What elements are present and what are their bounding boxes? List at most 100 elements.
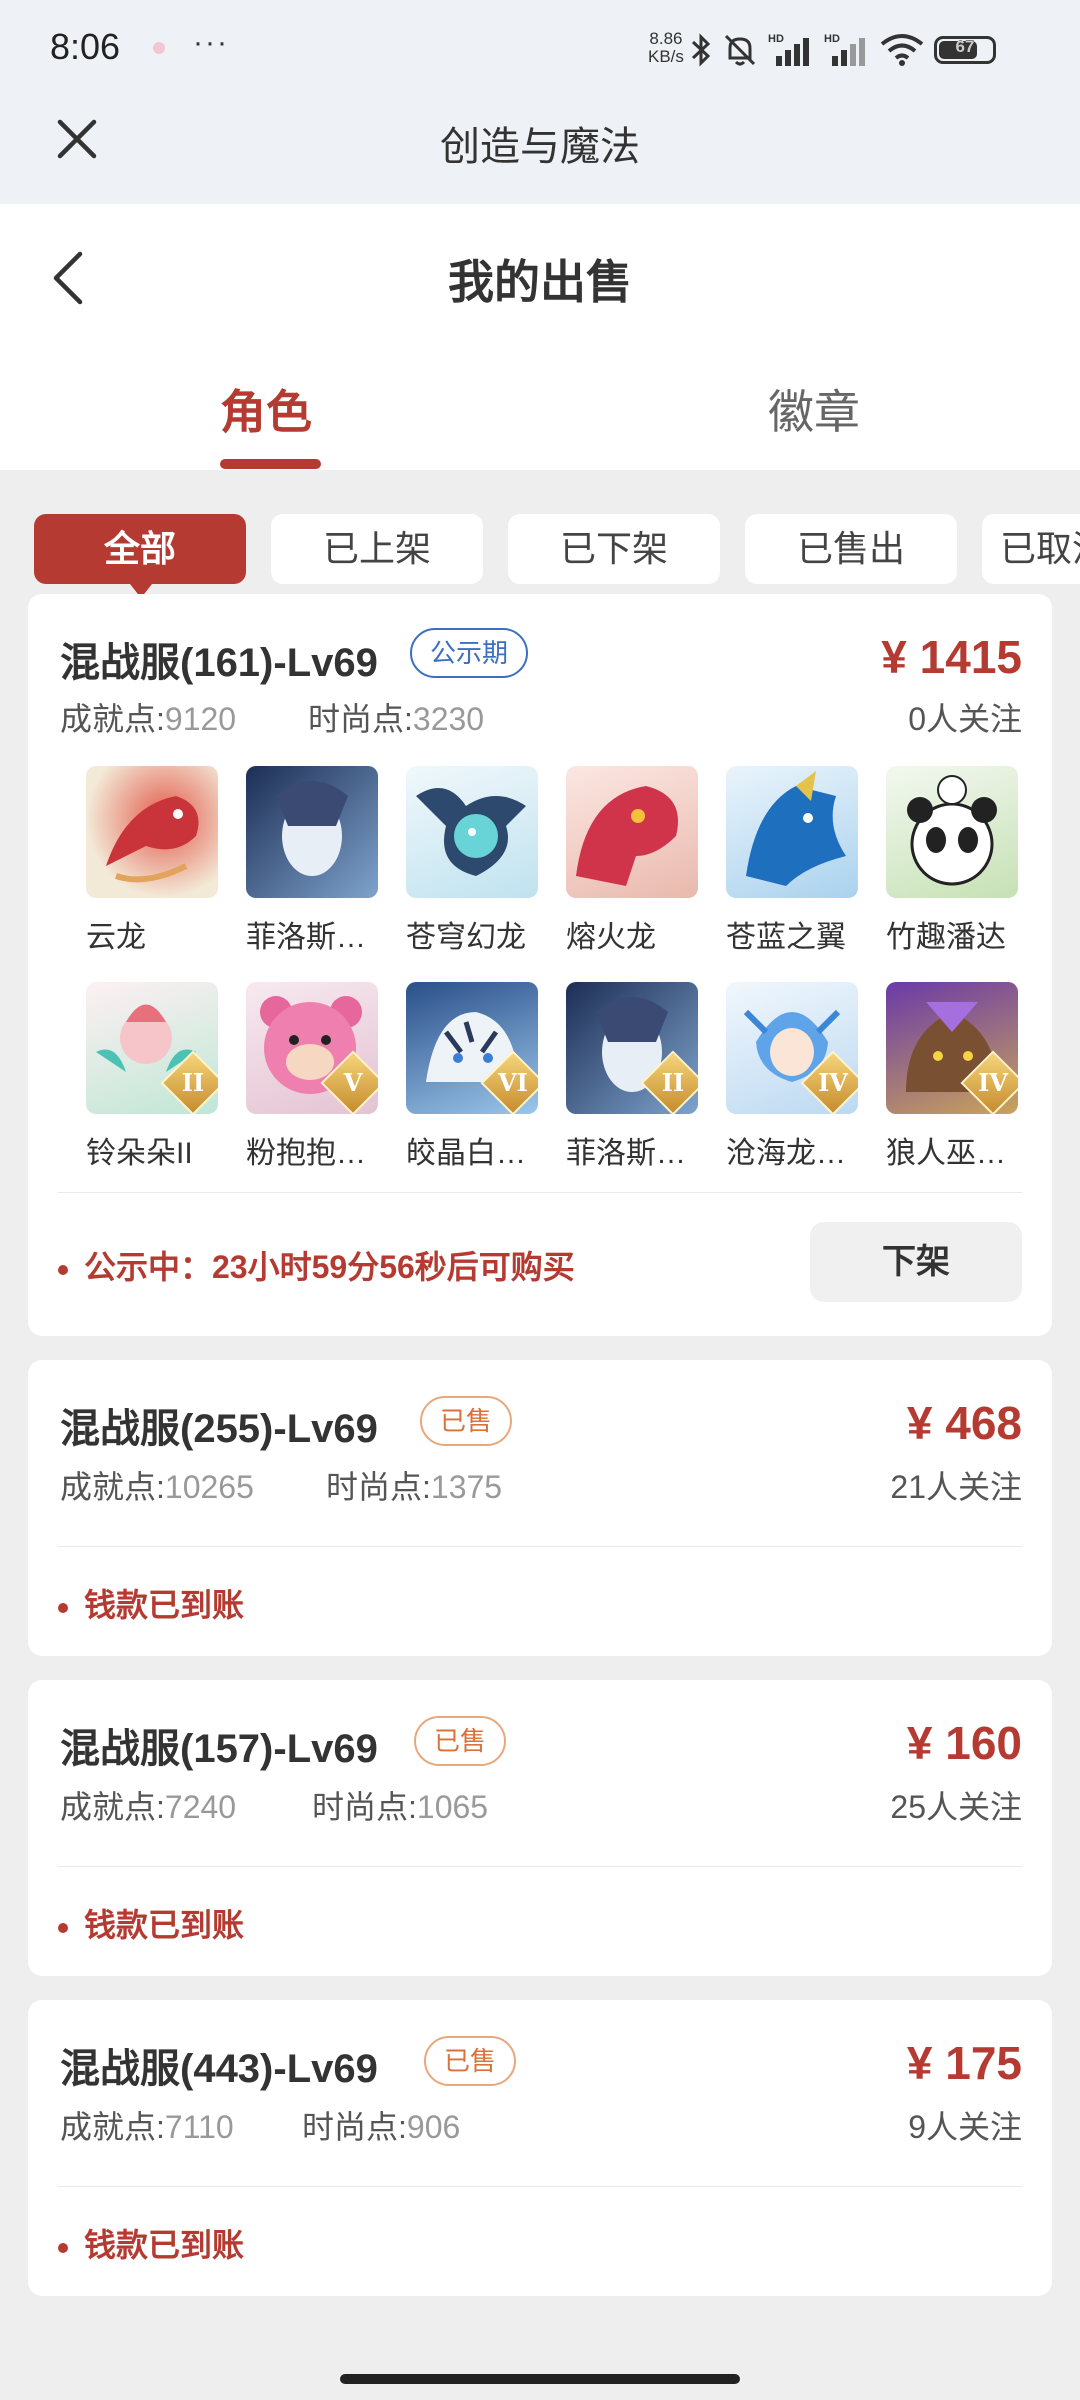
tab-roles[interactable]: 角色 (220, 376, 312, 442)
dragon-pet-icon (746, 771, 846, 886)
achievement-points: 成就点:9120 (60, 701, 237, 737)
status-badge: 已售 (414, 1716, 507, 1766)
listing-card[interactable]: 混战服(161)-Lv69 公示期 ¥ 1415 成就点:9120 时尚点:32… (28, 594, 1052, 1336)
listing-price: ¥ 175 (906, 2037, 1022, 2089)
follower-count: 25人关注 (890, 1789, 1022, 1825)
pet-name: 苍蓝之翼 (726, 921, 846, 954)
tier-badge: V (343, 1068, 363, 1097)
notification-dot-icon (153, 42, 165, 54)
battery-icon: 67 (934, 36, 996, 64)
filter-delisted[interactable]: 已下架 (508, 514, 720, 584)
signal-icon: HD (768, 33, 809, 66)
panda-pet-icon (907, 775, 997, 886)
status-badge: 公示期 (410, 628, 529, 678)
delist-button[interactable]: 下架 (810, 1222, 1022, 1302)
listing-card[interactable]: 混战服(255)-Lv69 已售 ¥ 468 成就点:10265 时尚点:137… (28, 1360, 1052, 1656)
filter-listed[interactable]: 已上架 (271, 514, 483, 584)
pet-avatar[interactable]: II (86, 982, 218, 1114)
pet-name: 苍穹幻龙 (406, 921, 526, 954)
pet-avatar[interactable] (726, 766, 858, 898)
signal-icon: HD (824, 33, 865, 66)
pet-name: 皎晶白… (406, 1137, 526, 1170)
status-badge: 已售 (420, 1396, 513, 1446)
more-notifications-icon: ··· (193, 26, 229, 59)
pet-name: 粉抱抱… (246, 1137, 366, 1170)
follower-count: 0人关注 (908, 701, 1022, 737)
pet-avatar[interactable]: II (566, 982, 698, 1114)
listing-title: 混战服(255)-Lv69 (60, 1407, 378, 1451)
listing-price: ¥ 1415 (881, 631, 1022, 683)
listing-price: ¥ 468 (906, 1397, 1022, 1449)
listing-price: ¥ 160 (906, 1717, 1022, 1769)
pet-name: 菲洛斯… (566, 1137, 686, 1170)
filter-sold[interactable]: 已售出 (745, 514, 957, 584)
follower-count: 9人关注 (908, 2109, 1022, 2145)
tier-badge: IV (978, 1068, 1008, 1097)
status-time: 8:06 (50, 26, 121, 67)
tab-badges[interactable]: 徽章 (768, 376, 860, 442)
svg-text:HD: HD (768, 33, 784, 45)
status-icons: HD HD 67 (690, 26, 996, 74)
filter-cancelled[interactable]: 已取消 (982, 514, 1080, 584)
app-title: 创造与魔法 (440, 125, 640, 169)
tab-active-indicator (220, 459, 321, 469)
status-note: 钱款已到账 (58, 1900, 244, 1946)
app-header: 创造与魔法 (0, 100, 1080, 204)
follower-count: 21人关注 (890, 1469, 1022, 1505)
tier-badge: II (181, 1068, 205, 1097)
listing-title: 混战服(161)-Lv69 (60, 641, 378, 685)
page-header: 我的出售 角色 徽章 (0, 204, 1080, 470)
network-speed: 8.86 KB/s (648, 29, 684, 66)
pet-avatar[interactable] (86, 766, 218, 898)
pet-avatar[interactable]: VI (406, 982, 538, 1114)
tier-badge: II (661, 1068, 685, 1097)
pet-name: 云龙 (86, 921, 146, 954)
fashion-points: 时尚点:906 (302, 2109, 461, 2145)
divider (58, 1866, 1022, 1867)
achievement-points: 成就点:7240 (60, 1789, 237, 1825)
listing-title: 混战服(157)-Lv69 (60, 1727, 378, 1771)
status-note: 钱款已到账 (58, 1580, 244, 1626)
dragon-pet-icon (106, 796, 199, 883)
tier-badge: VI (498, 1068, 528, 1097)
home-indicator[interactable] (340, 2374, 740, 2384)
dragon-pet-icon (576, 786, 678, 886)
pet-name: 铃朵朵II (86, 1137, 193, 1170)
pet-name: 狼人巫… (886, 1137, 1006, 1170)
pet-avatar[interactable] (246, 766, 378, 898)
divider (58, 1192, 1022, 1193)
bluetooth-icon (691, 33, 711, 67)
achievement-points: 成就点:10265 (60, 1469, 254, 1505)
pet-name: 竹趣潘达 (886, 921, 1006, 954)
pet-name: 沧海龙… (726, 1137, 846, 1170)
status-note: 公示中：23小时59分56秒后可购买 (58, 1242, 575, 1288)
divider (58, 1546, 1022, 1547)
page-title: 我的出售 (448, 256, 632, 308)
pet-avatar[interactable]: IV (726, 982, 858, 1114)
svg-text:HD: HD (824, 33, 840, 45)
filter-all[interactable]: 全部 (34, 514, 246, 584)
mute-icon (724, 34, 756, 66)
divider (58, 2186, 1022, 2187)
achievement-points: 成就点:7110 (60, 2109, 234, 2145)
tier-badge: IV (818, 1068, 848, 1097)
fashion-points: 时尚点:1065 (312, 1789, 489, 1825)
pet-avatar[interactable] (886, 766, 1018, 898)
pet-name: 熔火龙 (566, 921, 656, 954)
filter-bar: 全部 已上架 已下架 已售出 已取消 (0, 514, 1080, 584)
listing-card[interactable]: 混战服(443)-Lv69 已售 ¥ 175 成就点:7110 时尚点:906 … (28, 2000, 1052, 2296)
pet-avatar[interactable]: IV (886, 982, 1018, 1114)
pet-avatar[interactable]: V (246, 982, 378, 1114)
status-note: 钱款已到账 (58, 2220, 244, 2266)
status-badge: 已售 (424, 2036, 517, 2086)
fashion-points: 时尚点:1375 (326, 1469, 503, 1505)
status-bar: 8:06 ··· 8.86 KB/s HD HD 67 (0, 0, 1080, 100)
pet-avatar[interactable] (566, 766, 698, 898)
pet-name: 菲洛斯… (246, 921, 366, 954)
pet-avatar[interactable] (406, 766, 538, 898)
character-pet-icon (276, 781, 348, 876)
listing-card[interactable]: 混战服(157)-Lv69 已售 ¥ 160 成就点:7240 时尚点:1065… (28, 1680, 1052, 1976)
wifi-icon (880, 34, 924, 66)
fashion-points: 时尚点:3230 (308, 701, 485, 737)
dragon-pet-icon (416, 788, 526, 876)
